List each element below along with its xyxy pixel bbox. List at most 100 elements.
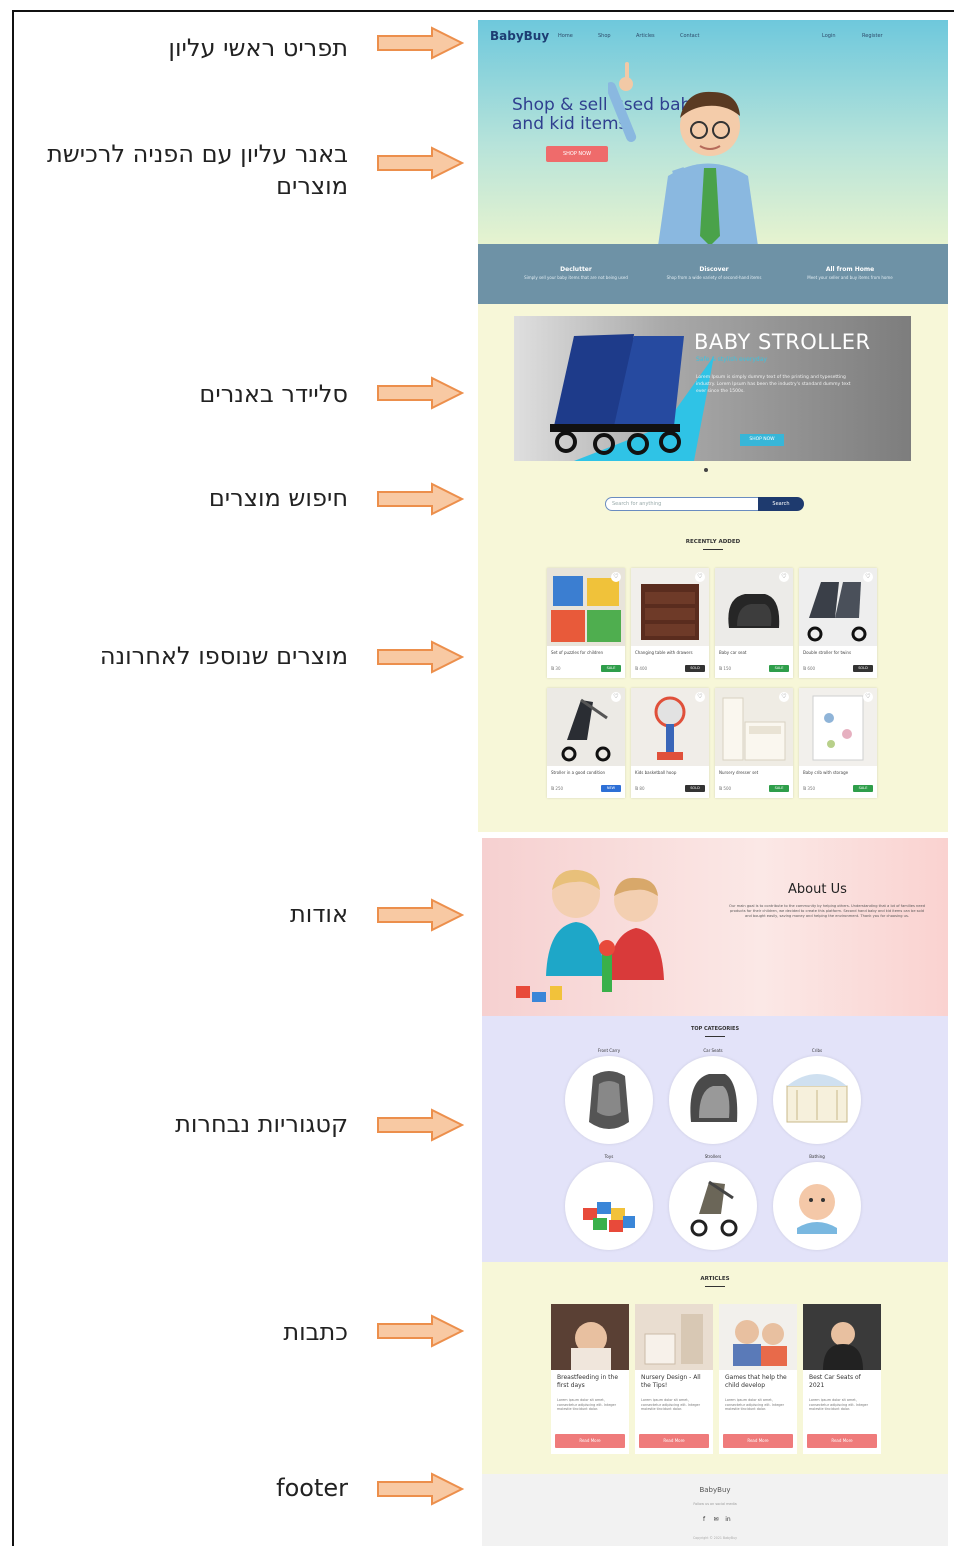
category-circle-cribs[interactable] (773, 1056, 861, 1144)
product-card[interactable]: ♡ Baby car seat ₪ 150 SALE (715, 568, 793, 678)
read-more-button[interactable]: Read More (555, 1434, 625, 1448)
nav-link-articles[interactable]: Articles (636, 33, 655, 39)
arrow-right-icon (377, 898, 464, 932)
favorite-heart-icon[interactable]: ♡ (611, 692, 621, 702)
article-title: Games that help the child develop (725, 1374, 787, 1389)
product-card[interactable]: ♡ Baby crib with storage ₪ 350 SALE (799, 688, 877, 798)
feature-text: Meet your seller and buy items from home (807, 275, 893, 280)
nav-link-register[interactable]: Register (862, 33, 883, 39)
arrow-right-icon (377, 1314, 464, 1348)
search-input[interactable]: Search for anything (605, 497, 760, 511)
banner-slider[interactable]: BABY STROLLER Safe & stylish everyday Lo… (514, 316, 911, 461)
article-card[interactable]: Games that help the child develop Lorem … (719, 1304, 797, 1454)
product-card[interactable]: ♡ Stroller in a good condition ₪ 250 NEW (547, 688, 625, 798)
baby-carrier-icon (589, 1071, 629, 1129)
favorite-heart-icon[interactable]: ♡ (863, 572, 873, 582)
favorite-heart-icon[interactable]: ♡ (611, 572, 621, 582)
article-card[interactable]: Breastfeeding in the first days Lorem ip… (551, 1304, 629, 1454)
nav-link-contact[interactable]: Contact (680, 33, 699, 39)
nav-link-shop[interactable]: Shop (598, 33, 611, 39)
article-title: Breastfeeding in the first days (557, 1374, 619, 1389)
article-image-nursery (635, 1304, 713, 1370)
category-circle-car-seats[interactable] (669, 1056, 757, 1144)
article-card[interactable]: Nursery Design - All the Tips! Lorem ips… (635, 1304, 713, 1454)
favorite-heart-icon[interactable]: ♡ (779, 692, 789, 702)
product-badge: SOLD (853, 665, 873, 672)
footer-text: Follow us on social media (693, 1502, 737, 1506)
slider-dot[interactable] (704, 468, 708, 472)
article-image-car-seats (803, 1304, 881, 1370)
product-badge: SALE (769, 665, 789, 672)
articles-heading-underline (705, 1286, 725, 1287)
about-title: About Us (788, 882, 847, 897)
recent-heading: RECENTLY ADDED (685, 539, 741, 545)
product-name: Kids basketball hoop (635, 770, 677, 775)
product-badge: NEW (601, 785, 621, 792)
email-icon[interactable]: ✉ (712, 1516, 720, 1524)
hero-shop-button[interactable]: SHOP NOW (546, 146, 608, 162)
product-card[interactable]: ♡ Double stroller for twins ₪ 600 SOLD (799, 568, 877, 678)
nav-link-login[interactable]: Login (822, 33, 836, 39)
product-price: ₪ 150 (719, 666, 732, 671)
articles-section: ARTICLES Breastfeeding in the first days… (482, 1262, 948, 1474)
annotation-label-top-banner: באנר עליון עם הפניה לרכישת (47, 140, 348, 168)
product-price: ₪ 30 (551, 666, 561, 671)
search-button[interactable]: Search (758, 497, 804, 511)
slider-shop-button[interactable]: SHOP NOW (740, 434, 784, 446)
annotation-label-top-menu: תפריט ראשי עליון (168, 34, 348, 62)
favorite-heart-icon[interactable]: ♡ (695, 572, 705, 582)
read-more-button[interactable]: Read More (639, 1434, 709, 1448)
product-badge: SOLD (685, 785, 705, 792)
footer-logo[interactable]: BabyBuy (482, 1486, 948, 1494)
product-name: Double stroller for twins (803, 650, 852, 655)
stroller-icon (690, 1180, 738, 1237)
category-circle-front-carry[interactable] (565, 1056, 653, 1144)
favorite-heart-icon[interactable]: ♡ (863, 692, 873, 702)
product-card[interactable]: ♡ Kids basketball hoop ₪ 80 SOLD (631, 688, 709, 798)
feature-title: Discover (699, 266, 729, 273)
product-name: Changing table with drawers (635, 650, 693, 655)
facebook-icon[interactable]: f (700, 1516, 708, 1524)
website-mockup: BabyBuy Home Shop Articles Contact Login… (478, 20, 948, 1546)
product-price: ₪ 500 (719, 786, 732, 791)
site-logo[interactable]: BabyBuy (490, 29, 549, 43)
article-image-breastfeeding (551, 1304, 629, 1370)
product-card[interactable]: ♡ Set of puzzles for children ₪ 30 SALE (547, 568, 625, 678)
read-more-button[interactable]: Read More (807, 1434, 877, 1448)
features-bar: Declutter Simply sell your baby items th… (478, 244, 948, 304)
about-section: About Us Our main goal is to contribute … (482, 838, 948, 1016)
favorite-heart-icon[interactable]: ♡ (695, 692, 705, 702)
product-card[interactable]: ♡ Nursery dresser set ₪ 500 SALE (715, 688, 793, 798)
article-card[interactable]: Best Car Seats of 2021 Lorem ipsum dolor… (803, 1304, 881, 1454)
nav-link-home[interactable]: Home (558, 33, 573, 39)
top-nav: BabyBuy Home Shop Articles Contact Login… (478, 20, 948, 52)
product-card[interactable]: ♡ Changing table with drawers ₪ 400 SOLD (631, 568, 709, 678)
article-title: Best Car Seats of 2021 (809, 1374, 861, 1389)
category-circle-strollers[interactable] (669, 1162, 757, 1250)
read-more-button[interactable]: Read More (723, 1434, 793, 1448)
product-name: Baby car seat (719, 650, 747, 655)
frame-top-border (12, 10, 954, 12)
slider-text: Lorem Ipsum is simply dummy text of the … (696, 375, 851, 394)
category-label: Cribs (811, 1048, 823, 1053)
article-text: Lorem ipsum dolor sit amet, consectetur … (557, 1398, 617, 1412)
favorite-heart-icon[interactable]: ♡ (779, 572, 789, 582)
product-price: ₪ 350 (803, 786, 816, 791)
product-badge: SALE (853, 785, 873, 792)
linkedin-icon[interactable]: in (724, 1516, 732, 1524)
arrow-right-icon (377, 376, 464, 410)
category-circle-toys[interactable] (565, 1162, 653, 1250)
category-circle-bathing[interactable] (773, 1162, 861, 1250)
article-image-games (719, 1304, 797, 1370)
annotation-label-footer: footer (276, 1474, 348, 1502)
product-badge: SALE (601, 665, 621, 672)
articles-heading: ARTICLES (700, 1276, 730, 1282)
feature-item: All from Home Meet your seller and buy i… (790, 266, 910, 280)
article-text: Lorem ipsum dolor sit amet, consectetur … (809, 1398, 869, 1412)
annotation-label-recent-products: מוצרים שנוספו לאחרונה (99, 642, 348, 670)
categories-section: TOP CATEGORIES Front Carry Car Seats Cri… (482, 1016, 948, 1262)
annotation-label-top-banner-line2: מוצרים (276, 172, 348, 200)
product-price: ₪ 600 (803, 666, 816, 671)
baby-icon (797, 1184, 837, 1234)
article-title: Nursery Design - All the Tips! (641, 1374, 701, 1389)
